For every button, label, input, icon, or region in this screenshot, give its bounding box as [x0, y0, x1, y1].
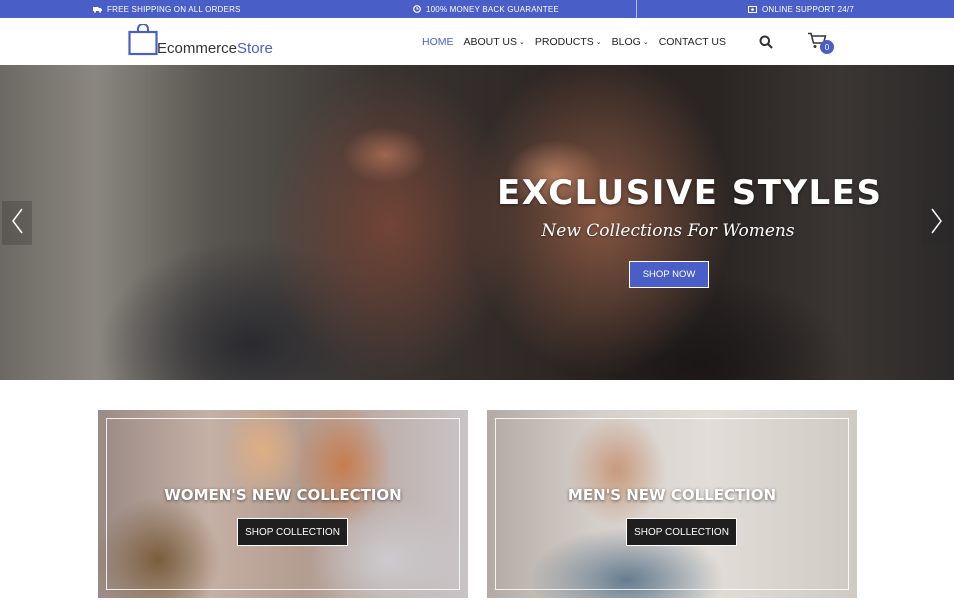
support-info: ONLINE SUPPORT 24/7 — [748, 0, 854, 18]
guarantee-text: 100% MONEY BACK GUARANTEE — [426, 4, 559, 14]
card-border — [495, 418, 849, 590]
nav-blog-label: BLOG — [611, 35, 641, 48]
logo-text: EcommerceStore — [157, 40, 273, 61]
nav-about-us[interactable]: ABOUT US ⌄ — [464, 36, 525, 48]
nav-home[interactable]: HOME — [422, 36, 454, 48]
site-header: EcommerceStore HOME ABOUT US ⌄ PRODUCTS ⌄ … — [0, 18, 954, 65]
site-logo[interactable]: EcommerceStore — [128, 23, 273, 61]
chevron-left-icon — [11, 208, 23, 239]
slider-prev-button[interactable] — [2, 201, 32, 245]
chevron-down-icon: ⌄ — [518, 38, 525, 46]
womens-collection-title: WOMEN'S NEW COLLECTION — [164, 486, 402, 504]
nav-blog[interactable]: BLOG ⌄ — [612, 36, 649, 48]
womens-collection-card[interactable]: WOMEN'S NEW COLLECTION SHOP COLLECTION — [98, 410, 468, 598]
clock-icon — [413, 5, 421, 13]
support-text: ONLINE SUPPORT 24/7 — [762, 4, 854, 14]
truck-icon — [93, 6, 102, 13]
slider-next-button[interactable] — [922, 201, 952, 245]
hero-title: EXCLUSIVE STYLES — [497, 173, 883, 213]
shopping-bag-icon — [128, 23, 158, 61]
chevron-down-icon: ⌄ — [642, 38, 649, 46]
nav-home-label: HOME — [422, 35, 454, 48]
top-info-bar: FREE SHIPPING ON ALL ORDERS 100% MONEY B… — [0, 0, 954, 18]
search-button[interactable] — [759, 35, 773, 54]
mens-collection-card[interactable]: MEN'S NEW COLLECTION SHOP COLLECTION — [487, 410, 857, 598]
money-icon — [748, 5, 757, 13]
hero-subtitle: New Collections For Womens — [541, 221, 795, 241]
nav-about-label: ABOUT US — [463, 35, 517, 48]
logo-suffix: Store — [237, 40, 273, 57]
guarantee-info: 100% MONEY BACK GUARANTEE — [413, 0, 559, 18]
search-icon — [759, 35, 773, 53]
mens-shop-collection-button[interactable]: SHOP COLLECTION — [626, 518, 737, 546]
nav-products[interactable]: PRODUCTS ⌄ — [535, 36, 602, 48]
main-nav: HOME ABOUT US ⌄ PRODUCTS ⌄ BLOG ⌄ CONTACT U… — [422, 18, 726, 65]
shop-now-button[interactable]: SHOP NOW — [629, 261, 709, 288]
shipping-text: FREE SHIPPING ON ALL ORDERS — [107, 4, 241, 14]
nav-contact-us[interactable]: CONTACT US — [659, 36, 726, 48]
nav-products-label: PRODUCTS — [534, 35, 594, 48]
card-border — [106, 418, 460, 590]
chevron-down-icon: ⌄ — [595, 38, 602, 46]
topbar-divider — [636, 0, 637, 18]
nav-contact-label: CONTACT US — [658, 35, 726, 48]
cart-count-badge: 0 — [820, 40, 834, 54]
mens-collection-title: MEN'S NEW COLLECTION — [567, 486, 777, 504]
womens-shop-collection-button[interactable]: SHOP COLLECTION — [237, 518, 348, 546]
hero-slider: EXCLUSIVE STYLES New Collections For Wom… — [0, 65, 954, 380]
chevron-right-icon — [931, 208, 943, 239]
logo-prefix: Ecommerce — [157, 40, 238, 57]
shipping-info: FREE SHIPPING ON ALL ORDERS — [93, 0, 241, 18]
